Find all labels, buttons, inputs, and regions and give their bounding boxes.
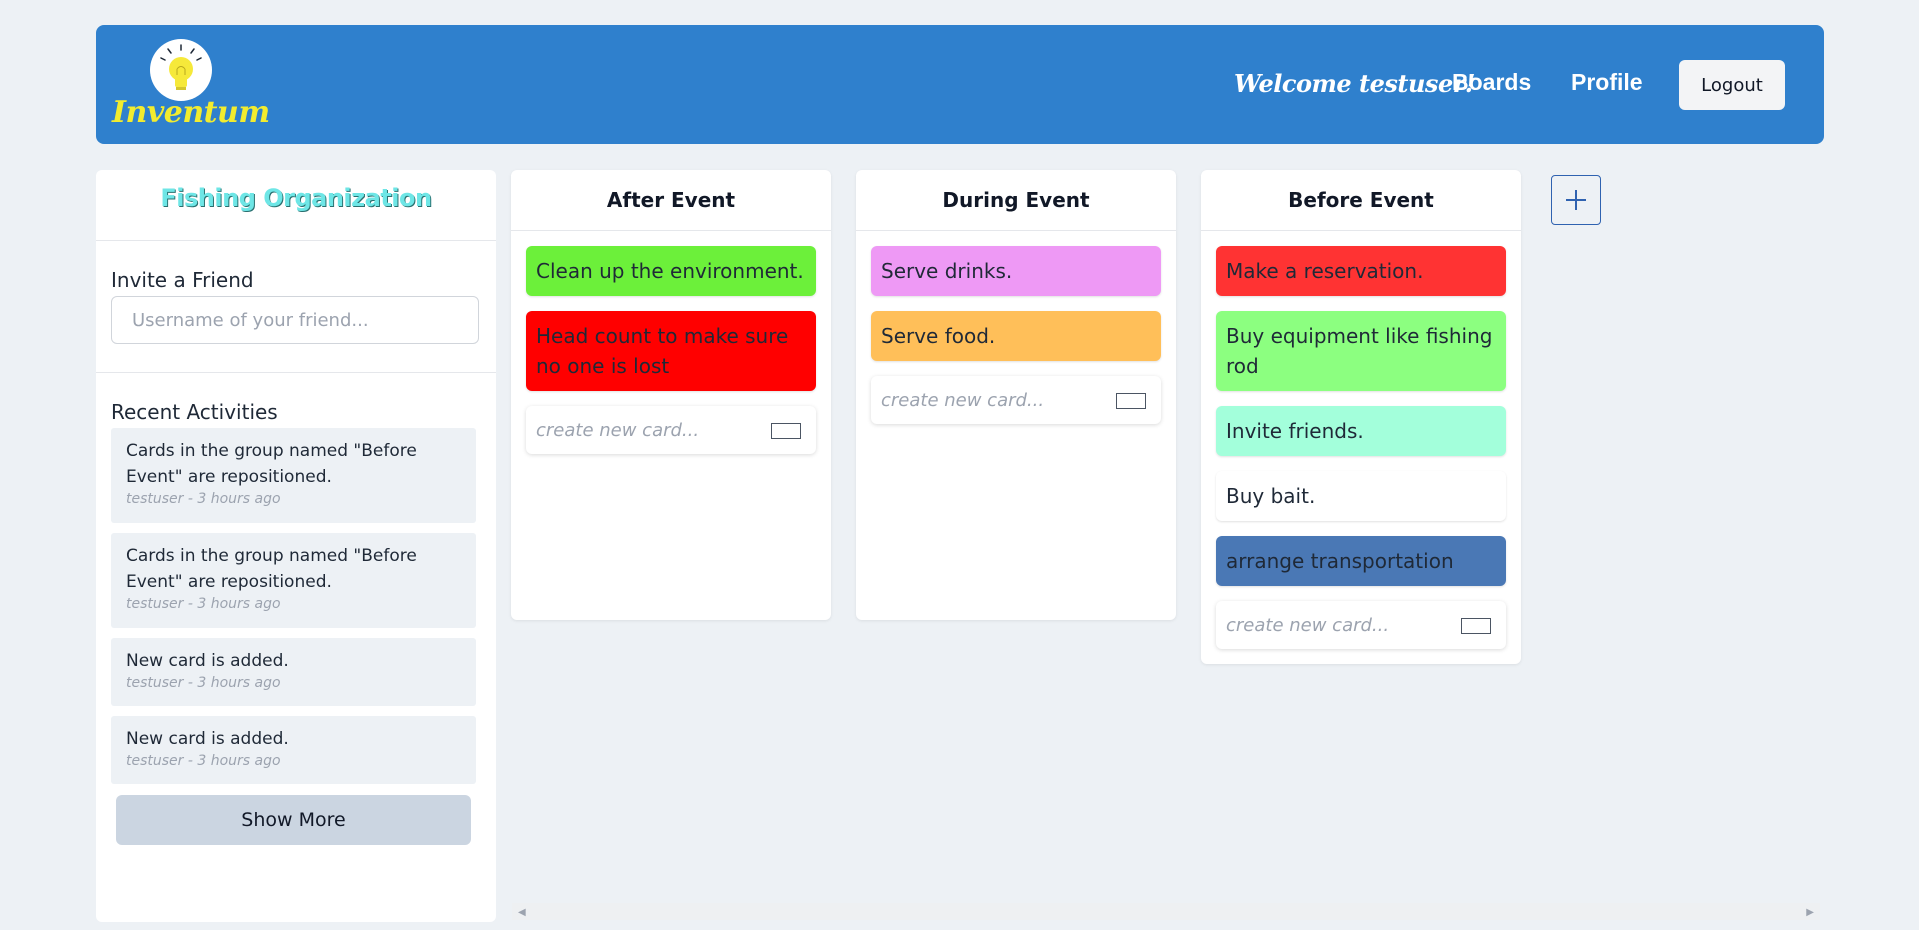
column-title[interactable]: Before Event — [1201, 170, 1521, 231]
new-card-placeholder: create new card... — [881, 389, 1045, 411]
column-title[interactable]: After Event — [511, 170, 831, 231]
activity-meta: testuser - 3 hours ago — [126, 596, 281, 612]
column-before-event: Before Event Make a reservation. Buy equ… — [1201, 170, 1521, 664]
new-card-placeholder: create new card... — [1226, 614, 1390, 636]
nav-boards-link[interactable]: Boards — [1452, 69, 1531, 96]
activity-text: Cards in the group named "Before Event" … — [126, 546, 417, 592]
card[interactable]: Buy bait. — [1216, 471, 1506, 521]
divider — [96, 240, 496, 241]
invite-friend-input[interactable] — [111, 296, 479, 344]
scroll-right-icon[interactable]: ▶ — [1806, 907, 1814, 918]
activity-item: Cards in the group named "Before Event" … — [111, 428, 476, 523]
activity-item: New card is added. testuser - 3 hours ag… — [111, 716, 476, 784]
card[interactable]: Serve drinks. — [871, 246, 1161, 296]
card[interactable]: Buy equipment like fishing rod — [1216, 311, 1506, 391]
card[interactable]: Serve food. — [871, 311, 1161, 361]
new-card-placeholder: create new card... — [536, 419, 700, 441]
activity-item: Cards in the group named "Before Event" … — [111, 533, 476, 628]
logout-button[interactable]: Logout — [1679, 60, 1785, 110]
activity-text: Cards in the group named "Before Event" … — [126, 441, 417, 487]
add-column-button[interactable] — [1551, 175, 1601, 225]
activity-text: New card is added. — [126, 651, 289, 671]
horizontal-scrollbar[interactable]: ◀ ▶ — [512, 903, 1820, 920]
lightbulb-icon — [150, 39, 212, 101]
card[interactable]: Clean up the environment. — [526, 246, 816, 296]
card[interactable]: Make a reservation. — [1216, 246, 1506, 296]
column-after-event: After Event Clean up the environment. He… — [511, 170, 831, 620]
logo-text: Inventum — [112, 95, 270, 130]
scroll-left-icon[interactable]: ◀ — [518, 907, 526, 918]
plus-icon — [1566, 190, 1586, 210]
color-picker-icon[interactable] — [1461, 618, 1491, 634]
activity-text: New card is added. — [126, 729, 289, 749]
card[interactable]: arrange transportation — [1216, 536, 1506, 586]
column-during-event: During Event Serve drinks. Serve food. c… — [856, 170, 1176, 620]
new-card-input[interactable]: create new card... — [526, 406, 816, 454]
new-card-input[interactable]: create new card... — [871, 376, 1161, 424]
new-card-input[interactable]: create new card... — [1216, 601, 1506, 649]
card[interactable]: Invite friends. — [1216, 406, 1506, 456]
divider — [96, 372, 496, 373]
column-title[interactable]: During Event — [856, 170, 1176, 231]
board-sidebar: Fishing Organization Invite a Friend Rec… — [96, 170, 496, 922]
board-title: Fishing Organization — [160, 184, 432, 212]
activity-item: New card is added. testuser - 3 hours ag… — [111, 638, 476, 706]
activity-meta: testuser - 3 hours ago — [126, 675, 281, 691]
color-picker-icon[interactable] — [771, 423, 801, 439]
activity-meta: testuser - 3 hours ago — [126, 491, 281, 507]
show-more-button[interactable]: Show More — [116, 795, 471, 845]
card[interactable]: Head count to make sure no one is lost — [526, 311, 816, 391]
welcome-message: Welcome testuser! — [1234, 69, 1475, 98]
color-picker-icon[interactable] — [1116, 393, 1146, 409]
invite-label: Invite a Friend — [111, 268, 254, 292]
activity-meta: testuser - 3 hours ago — [126, 753, 281, 769]
app-logo[interactable]: Inventum — [112, 39, 272, 139]
nav-profile-link[interactable]: Profile — [1571, 69, 1643, 96]
top-header: Inventum Welcome testuser! Boards Profil… — [96, 25, 1824, 144]
recent-activities-label: Recent Activities — [111, 400, 278, 424]
